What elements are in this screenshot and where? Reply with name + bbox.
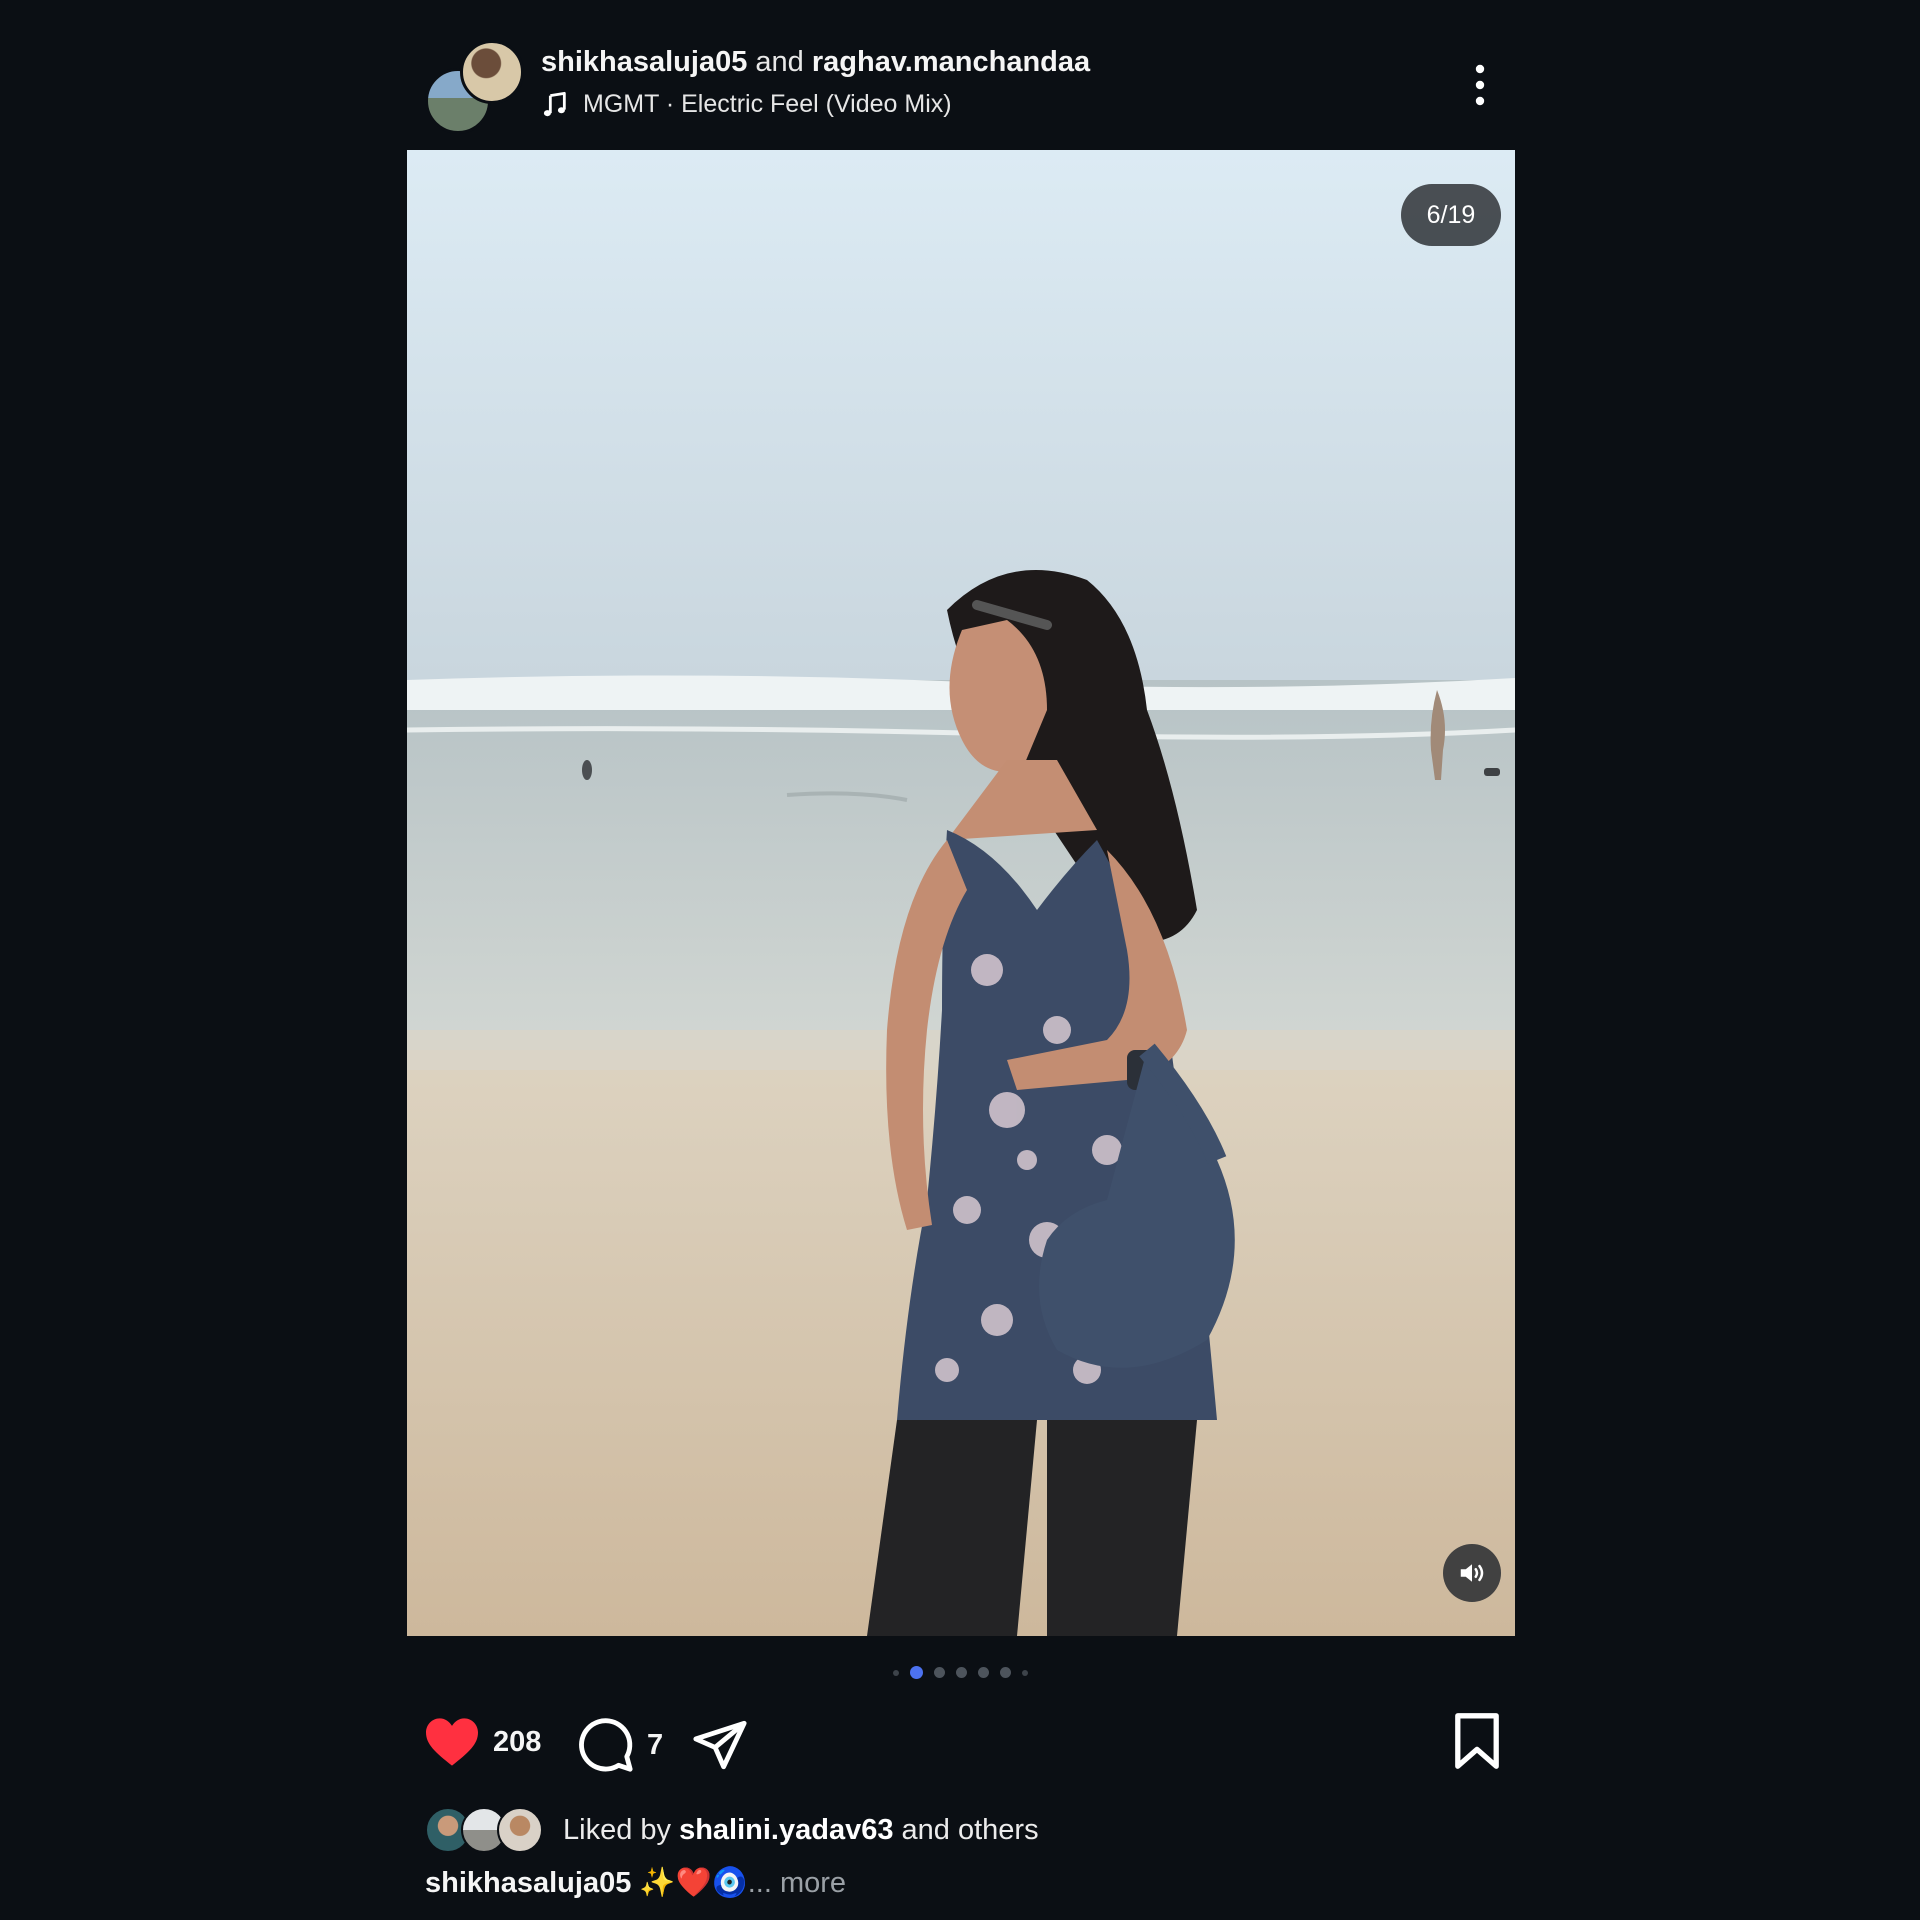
caption-user-link[interactable]: shikhasaluja05: [425, 1867, 631, 1899]
like-button[interactable]: 208: [423, 1716, 541, 1768]
caption-text: ✨❤️🧿: [639, 1867, 748, 1899]
carousel-dot: [955, 1667, 967, 1678]
post-caption: shikhasaluja05 ✨❤️🧿... more: [425, 1866, 846, 1900]
liked-by-text: Liked by shalini.yadav63 and others: [563, 1814, 1039, 1847]
liked-by-suffix[interactable]: and others: [902, 1814, 1039, 1846]
carousel-indicator: [0, 1666, 1920, 1679]
share-button[interactable]: [691, 1716, 749, 1774]
audio-track-label: MGMT · Electric Feel (Video Mix): [583, 90, 952, 118]
liked-by-user-link[interactable]: shalini.yadav63: [679, 1814, 893, 1846]
post-media[interactable]: 6/19: [407, 150, 1515, 1636]
carousel-dot: [933, 1667, 945, 1678]
comment-icon: [579, 1718, 633, 1772]
comment-count[interactable]: 7: [647, 1729, 663, 1762]
author-conjunction: and: [755, 46, 804, 78]
audio-track[interactable]: MGMT · Electric Feel (Video Mix): [541, 90, 952, 119]
avatar-primary[interactable]: [460, 40, 524, 104]
carousel-dot: [999, 1667, 1011, 1678]
comment-button[interactable]: 7: [577, 1716, 663, 1774]
liker-avatars: [425, 1805, 547, 1855]
music-note-icon: [543, 91, 566, 116]
author-secondary-link[interactable]: raghav.manchandaa: [812, 46, 1090, 78]
like-count[interactable]: 208: [493, 1726, 541, 1759]
bookmark-icon: [1455, 1713, 1499, 1769]
more-vertical-icon: [1475, 64, 1485, 106]
author-primary-link[interactable]: shikhasaluja05: [541, 46, 747, 78]
carousel-dot: [977, 1667, 989, 1678]
post-header: shikhasaluja05 and raghav.manchandaa MGM…: [407, 30, 1515, 140]
post-actions: 208 7: [407, 1700, 1515, 1790]
save-button[interactable]: [1453, 1712, 1501, 1770]
liker-avatar: [497, 1807, 543, 1853]
post-authors: shikhasaluja05 and raghav.manchandaa: [541, 46, 1090, 79]
more-options-button[interactable]: [1465, 60, 1495, 110]
liked-by[interactable]: Liked by shalini.yadav63 and others: [425, 1800, 1039, 1860]
send-icon: [693, 1720, 747, 1770]
carousel-dot-active: [909, 1666, 923, 1679]
collab-avatars[interactable]: [425, 40, 524, 135]
carousel-dot: [892, 1669, 899, 1676]
heart-filled-icon: [426, 1718, 478, 1766]
caption-more-link[interactable]: ... more: [748, 1867, 846, 1899]
beach-photo: [407, 150, 1515, 1636]
liked-by-prefix: Liked by: [563, 1813, 672, 1846]
mute-toggle-button[interactable]: [1443, 1544, 1501, 1602]
speaker-icon: [1460, 1564, 1484, 1582]
carousel-dot: [1021, 1669, 1028, 1676]
carousel-counter: 6/19: [1401, 184, 1501, 246]
